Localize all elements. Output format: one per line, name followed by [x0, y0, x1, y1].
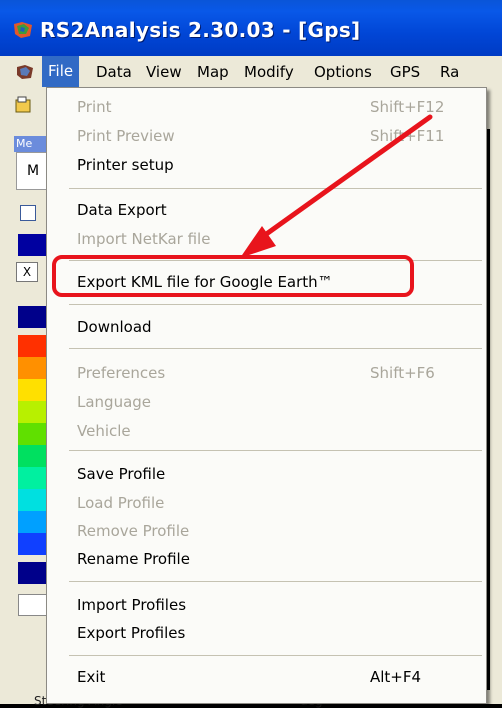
- menu-gps[interactable]: GPS: [390, 63, 420, 81]
- color-swatch[interactable]: [18, 335, 48, 357]
- menu-options[interactable]: Options: [314, 63, 372, 81]
- app-logo-icon: [14, 22, 32, 38]
- menu-item-rename-profile[interactable]: Rename Profile: [77, 550, 190, 568]
- menu-item-exit[interactable]: Exit: [77, 668, 105, 686]
- color-swatch[interactable]: [18, 306, 48, 328]
- menu-item-vehicle[interactable]: Vehicle: [77, 422, 131, 440]
- menu-item-print[interactable]: Print: [77, 98, 112, 116]
- window-title: RS2Analysis 2.30.03 - [Gps]: [40, 18, 361, 42]
- menu-item-load-profile[interactable]: Load Profile: [77, 494, 164, 512]
- annotation-highlight-box: [52, 255, 414, 297]
- shortcut-preferences: Shift+F6: [370, 364, 435, 382]
- color-swatch[interactable]: [18, 562, 48, 584]
- menu-item-import-netkar[interactable]: Import NetKar file: [77, 230, 210, 248]
- color-swatch[interactable]: [18, 423, 48, 445]
- close-icon[interactable]: X: [16, 262, 38, 282]
- color-swatch[interactable]: [18, 489, 48, 511]
- color-swatch[interactable]: [18, 357, 48, 379]
- menu-separator: [69, 450, 482, 451]
- checkbox[interactable]: [20, 205, 36, 221]
- color-swatch[interactable]: [18, 594, 48, 616]
- menu-separator: [69, 581, 482, 582]
- menu-separator: [69, 188, 482, 189]
- menu-item-preferences[interactable]: Preferences: [77, 364, 165, 382]
- open-icon[interactable]: [14, 95, 34, 115]
- menu-separator: [69, 655, 482, 656]
- menu-view[interactable]: View: [146, 63, 182, 81]
- menu-item-language[interactable]: Language: [77, 393, 151, 411]
- menu-separator: [69, 304, 482, 305]
- menu-item-download[interactable]: Download: [77, 318, 152, 336]
- menu-item-printer-setup[interactable]: Printer setup: [77, 156, 174, 174]
- color-swatch[interactable]: [18, 445, 48, 467]
- menu-item-print-preview[interactable]: Print Preview: [77, 127, 175, 145]
- menu-bar: File Data View Map Modify Options GPS Ra: [0, 56, 502, 87]
- color-swatch[interactable]: [18, 379, 48, 401]
- menu-item-remove-profile[interactable]: Remove Profile: [77, 522, 189, 540]
- right-panel: [490, 87, 502, 704]
- color-swatch[interactable]: [18, 533, 48, 555]
- shortcut-print: Shift+F12: [370, 98, 445, 116]
- color-swatch[interactable]: [18, 401, 48, 423]
- menu-data[interactable]: Data: [96, 63, 132, 81]
- menu-item-data-export[interactable]: Data Export: [77, 201, 167, 219]
- color-swatch[interactable]: [18, 511, 48, 533]
- menu-file[interactable]: File: [42, 56, 80, 87]
- color-swatch[interactable]: [18, 234, 48, 256]
- menu-separator: [69, 348, 482, 349]
- file-menu-dropdown: Print Shift+F12 Print Preview Shift+F11 …: [46, 87, 487, 704]
- shortcut-exit: Alt+F4: [370, 668, 422, 686]
- menu-item-export-profiles[interactable]: Export Profiles: [77, 624, 185, 642]
- system-menu-icon[interactable]: [14, 62, 36, 82]
- menu-map[interactable]: Map: [197, 63, 229, 81]
- menu-modify[interactable]: Modify: [244, 63, 294, 81]
- menu-item-import-profiles[interactable]: Import Profiles: [77, 596, 186, 614]
- shortcut-print-preview: Shift+F11: [370, 127, 445, 145]
- color-swatch[interactable]: [18, 467, 48, 489]
- menu-item-save-profile[interactable]: Save Profile: [77, 465, 165, 483]
- menu-ra[interactable]: Ra: [440, 63, 459, 81]
- title-bar: RS2Analysis 2.30.03 - [Gps]: [0, 0, 502, 56]
